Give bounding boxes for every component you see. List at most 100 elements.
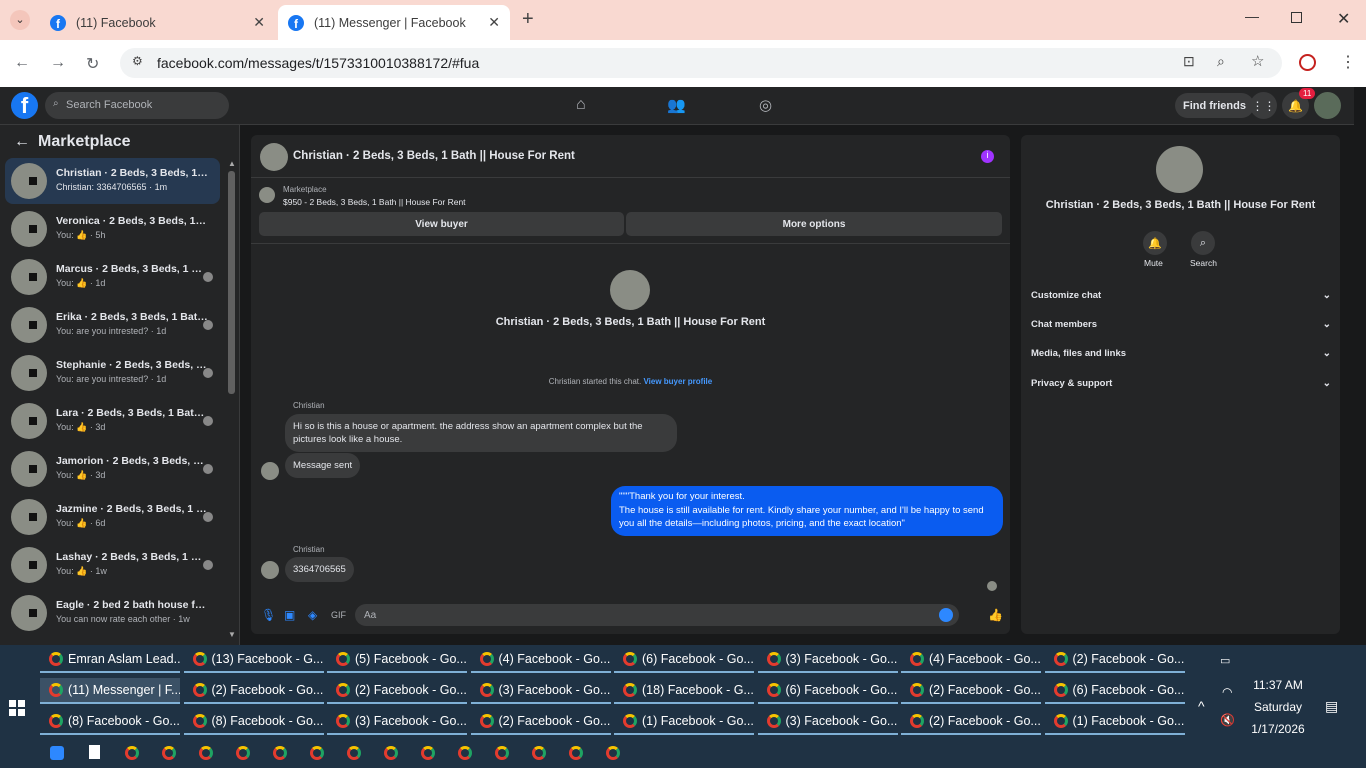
conversation-item[interactable]: Lara · 2 Beds, 3 Beds, 1 Bath || House F…: [5, 398, 220, 444]
conversation-item[interactable]: Stephanie · 2 Beds, 3 Beds, 1 Bath || Ho…: [5, 350, 220, 396]
taskbar-window-button[interactable]: (1) Facebook - Go...: [1044, 709, 1185, 735]
image-icon[interactable]: ▣: [284, 608, 295, 622]
groups-icon[interactable]: ◎: [759, 96, 772, 114]
zoom-icon[interactable]: ⌕: [1217, 53, 1225, 70]
find-friends-button[interactable]: Find friends: [1175, 93, 1254, 118]
view-buyer-button[interactable]: View buyer: [259, 212, 624, 236]
taskbar-window-button[interactable]: (4) Facebook - Go...: [470, 647, 611, 673]
home-icon[interactable]: ⌂: [576, 96, 586, 114]
conversation-item[interactable]: Jazmine · 2 Beds, 3 Beds, 1 Bath || Hous…: [5, 494, 220, 540]
details-avatar[interactable]: [1156, 146, 1203, 193]
maximize-button[interactable]: [1291, 12, 1302, 23]
search-facebook-input[interactable]: ⌕ Search Facebook: [45, 92, 229, 119]
pinned-chrome-icon[interactable]: [495, 746, 509, 760]
mute-icon[interactable]: 🔔: [1143, 231, 1167, 255]
info-icon[interactable]: i: [981, 150, 994, 163]
conversation-item[interactable]: Lashay · 2 Beds, 3 Beds, 1 Bath || House…: [5, 542, 220, 588]
conversation-item[interactable]: Erika · 2 Beds, 3 Beds, 1 Bath || House …: [5, 302, 220, 348]
sticker-icon[interactable]: ◈: [308, 608, 317, 622]
pinned-chrome-icon[interactable]: [162, 746, 176, 760]
media-files-links-row[interactable]: Media, files and links ⌄: [1031, 348, 1331, 359]
pinned-app-icon[interactable]: [50, 746, 64, 760]
taskbar-window-button[interactable]: (2) Facebook - Go...: [901, 678, 1041, 704]
taskbar-window-button[interactable]: (3) Facebook - Go...: [327, 709, 467, 735]
message-bubble[interactable]: Message sent: [285, 453, 361, 478]
taskbar-window-button[interactable]: (2) Facebook - Go...: [470, 709, 611, 735]
account-avatar[interactable]: [1314, 92, 1341, 119]
back-icon[interactable]: ←: [14, 54, 30, 72]
emoji-icon[interactable]: [939, 608, 953, 622]
facebook-logo[interactable]: f: [11, 92, 38, 119]
taskbar-window-button[interactable]: (3) Facebook - Go...: [757, 709, 898, 735]
show-hidden-icons[interactable]: ^: [1198, 698, 1205, 714]
taskbar-window-button[interactable]: (2) Facebook - Go...: [327, 678, 467, 704]
taskbar-window-button[interactable]: (2) Facebook - Go...: [183, 678, 324, 704]
conversation-item[interactable]: Veronica · 2 Beds, 3 Beds, 1 Bath || Hou…: [5, 206, 220, 252]
conversation-item[interactable]: Jamorion · 2 Beds, 3 Beds, 1 Bath || Hou…: [5, 446, 220, 492]
pinned-chrome-icon[interactable]: [458, 746, 472, 760]
taskbar-window-button[interactable]: (5) Facebook - Go...: [327, 647, 467, 673]
pinned-chrome-icon[interactable]: [532, 746, 546, 760]
pinned-chrome-icon[interactable]: [384, 746, 398, 760]
pinned-chrome-icon[interactable]: [199, 746, 213, 760]
taskbar-window-button[interactable]: (6) Facebook - Go...: [757, 678, 898, 704]
like-icon[interactable]: 👍: [988, 608, 1003, 622]
pinned-chrome-icon[interactable]: [310, 746, 324, 760]
tab-search-icon[interactable]: ⌄: [10, 10, 30, 30]
close-icon[interactable]: ✕: [253, 14, 265, 31]
pinned-chrome-icon[interactable]: [273, 746, 287, 760]
chat-avatar[interactable]: [260, 143, 288, 171]
conversation-item[interactable]: Marcus · 2 Beds, 3 Beds, 1 Bath || House…: [5, 254, 220, 300]
taskbar-window-button[interactable]: (4) Facebook - Go...: [901, 647, 1041, 673]
close-icon[interactable]: ✕: [488, 14, 500, 31]
conversation-item[interactable]: Eagle · 2 bed 2 bath house for rent You c…: [5, 590, 220, 636]
minimize-button[interactable]: —: [1245, 8, 1259, 24]
taskbar-window-button[interactable]: (18) Facebook - G...: [614, 678, 754, 704]
conversation-item[interactable]: Christian · 2 Beds, 3 Beds, 1 Bath || Ho…: [5, 158, 220, 204]
message-bubble[interactable]: 3364706565: [285, 557, 354, 582]
chat-big-avatar[interactable]: [610, 270, 650, 310]
customize-chat-row[interactable]: Customize chat ⌄: [1031, 290, 1331, 301]
install-icon[interactable]: ⊡: [1183, 53, 1195, 70]
microphone-icon[interactable]: 🎙: [261, 608, 276, 622]
taskbar-window-button[interactable]: (2) Facebook - Go...: [901, 709, 1041, 735]
back-arrow-icon[interactable]: ←: [14, 133, 30, 150]
battery-icon[interactable]: ▭: [1220, 654, 1230, 667]
omnibox[interactable]: ⚙ facebook.com/messages/t/15733100103881…: [120, 48, 1282, 78]
taskbar-window-button[interactable]: (6) Facebook - Go...: [1044, 678, 1185, 704]
taskbar-window-button[interactable]: (3) Facebook - Go...: [757, 647, 898, 673]
more-options-button[interactable]: More options: [626, 212, 1002, 236]
clock-date[interactable]: 1/17/2026: [1240, 722, 1316, 736]
profile-icon[interactable]: [1299, 54, 1316, 71]
sidebar-scrollbar[interactable]: [228, 171, 235, 394]
reload-icon[interactable]: ↻: [86, 54, 99, 74]
clock-day[interactable]: Saturday: [1240, 700, 1316, 714]
bookmark-star-icon[interactable]: ☆: [1251, 52, 1264, 70]
notification-center-icon[interactable]: ▤: [1325, 698, 1338, 715]
taskbar-window-button[interactable]: (8) Facebook - Go...: [40, 709, 180, 735]
chat-members-row[interactable]: Chat members ⌄: [1031, 319, 1331, 330]
message-bubble[interactable]: Hi so is this a house or apartment. the …: [285, 414, 677, 452]
taskbar-window-button[interactable]: (2) Facebook - Go...: [1044, 647, 1185, 673]
wifi-icon[interactable]: ◠: [1222, 685, 1232, 699]
tab-facebook[interactable]: f (11) Facebook ✕: [40, 5, 275, 40]
taskbar-window-button[interactable]: (1) Facebook - Go...: [614, 709, 754, 735]
search-icon[interactable]: ⌕: [1191, 231, 1215, 255]
taskbar-window-button[interactable]: (13) Facebook - G...: [183, 647, 324, 673]
taskbar-window-button[interactable]: (8) Facebook - Go...: [183, 709, 324, 735]
pinned-chrome-icon[interactable]: [569, 746, 583, 760]
friends-icon[interactable]: 👥: [667, 96, 686, 114]
volume-muted-icon[interactable]: 🔇: [1220, 713, 1235, 727]
taskbar-window-button[interactable]: (6) Facebook - Go...: [614, 647, 754, 673]
pinned-chrome-icon[interactable]: [421, 746, 435, 760]
pinned-chrome-icon[interactable]: [347, 746, 361, 760]
scroll-down-icon[interactable]: ▼: [228, 630, 236, 639]
menu-grid-icon[interactable]: ⋮⋮: [1250, 92, 1277, 119]
view-buyer-profile-link[interactable]: View buyer profile: [643, 377, 712, 386]
pinned-chrome-icon[interactable]: [125, 746, 139, 760]
pinned-chrome-icon[interactable]: [236, 746, 250, 760]
page-scrollbar[interactable]: [1354, 87, 1366, 645]
window-close-button[interactable]: ✕: [1337, 9, 1350, 29]
my-message-bubble[interactable]: """Thank you for your interest. The house…: [611, 486, 1003, 536]
menu-icon[interactable]: ⋮: [1340, 52, 1356, 72]
